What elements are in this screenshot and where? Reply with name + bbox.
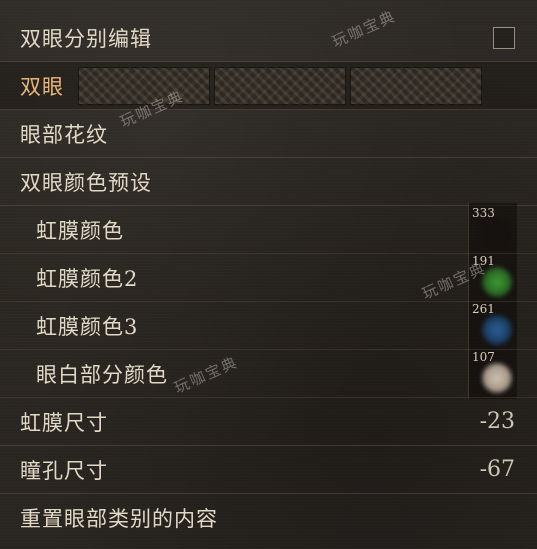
eye-pattern-options [78,67,482,105]
eye-settings-panel: 双眼分别编辑 双眼 眼部花纹 双眼颜色预设 虹膜颜色 333 虹膜颜色2 191… [0,0,537,549]
pattern-option-2[interactable] [214,67,346,105]
pupil-size-row[interactable]: 瞳孔尺寸 -67 [0,446,537,494]
iris-size-label: 虹膜尺寸 [20,410,108,435]
iris-color-number: 333 [472,206,495,220]
eye-pattern-label: 眼部花纹 [20,122,108,147]
sclera-color-number: 107 [472,350,495,364]
iris-color3-row[interactable]: 虹膜颜色3 [0,302,537,350]
iris-size-row[interactable]: 虹膜尺寸 -23 [0,398,537,446]
iris-size-value: -23 [479,409,515,434]
separate-edit-row[interactable]: 双眼分别编辑 [0,14,537,62]
iris-color-swatch[interactable]: 333 [470,205,515,251]
eye-color-preset-label: 双眼颜色预设 [20,170,152,195]
iris-color3-swatch[interactable]: 261 [470,301,515,347]
iris-color-dot [482,219,512,249]
pattern-option-3[interactable] [350,67,482,105]
sclera-color-swatch[interactable]: 107 [470,349,515,395]
both-eyes-row[interactable]: 双眼 [0,62,537,110]
reset-eye-label: 重置眼部类别的内容 [20,507,218,531]
sclera-color-label: 眼白部分颜色 [36,362,168,387]
iris-color-label: 虹膜颜色 [36,218,124,243]
eye-pattern-row[interactable]: 眼部花纹 [0,110,537,158]
pupil-size-label: 瞳孔尺寸 [20,458,108,483]
sclera-color-row[interactable]: 眼白部分颜色 [0,350,537,398]
eye-color-preset-row[interactable]: 双眼颜色预设 [0,158,537,206]
sclera-color-dot [482,363,512,393]
iris-color3-number: 261 [472,302,495,316]
separate-edit-checkbox[interactable] [493,27,515,49]
iris-color3-dot [482,315,512,345]
reset-eye-row[interactable]: 重置眼部类别的内容 [0,494,537,542]
iris-color2-label: 虹膜颜色2 [36,266,139,291]
pupil-size-value: -67 [479,457,515,482]
iris-color3-label: 虹膜颜色3 [36,314,139,339]
iris-color-row[interactable]: 虹膜颜色 [0,206,537,254]
separate-edit-label: 双眼分别编辑 [20,26,152,51]
both-eyes-label: 双眼 [20,74,64,99]
